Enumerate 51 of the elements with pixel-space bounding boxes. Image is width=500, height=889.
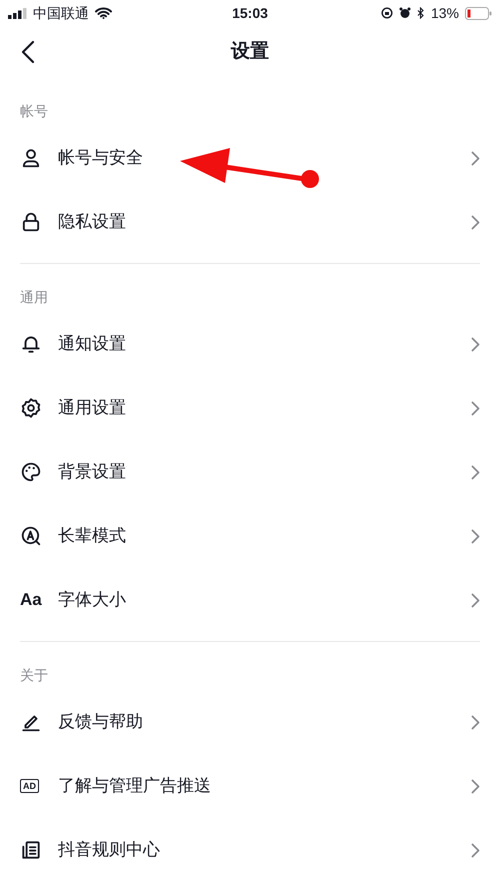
magnifier-letter-icon xyxy=(20,525,42,547)
chevron-right-icon xyxy=(471,778,480,794)
back-icon xyxy=(21,40,35,64)
settings-row[interactable]: Aa 字体大小 xyxy=(20,568,480,632)
row-label: 抖音规则中心 xyxy=(58,839,160,862)
row-label: 背景设置 xyxy=(58,461,126,484)
font-size-icon: Aa xyxy=(20,589,42,611)
rotation-lock-icon xyxy=(380,7,393,19)
chevron-right-icon xyxy=(471,214,480,230)
user-icon xyxy=(20,147,42,169)
row-label: 了解与管理广告推送 xyxy=(58,775,211,798)
row-label: 帐号与安全 xyxy=(58,147,143,170)
section-header: 帐号 xyxy=(20,103,48,119)
settings-row[interactable]: 通知设置 xyxy=(20,312,480,376)
ad-icon: AD xyxy=(20,779,39,793)
section-header: 通用 xyxy=(20,289,48,305)
document-icon xyxy=(20,839,42,861)
chevron-right-icon xyxy=(471,400,480,416)
settings-row[interactable]: 背景设置 xyxy=(20,440,480,504)
row-label: 长辈模式 xyxy=(58,525,126,548)
palette-icon xyxy=(20,461,42,483)
settings-row[interactable]: 隐私设置 xyxy=(20,190,480,254)
row-label: 通知设置 xyxy=(58,333,126,356)
chevron-right-icon xyxy=(471,714,480,730)
chevron-right-icon xyxy=(471,528,480,544)
bluetooth-icon xyxy=(416,7,425,19)
settings-row[interactable]: 抖音规则中心 xyxy=(20,818,480,882)
page-title: 设置 xyxy=(231,40,269,64)
row-label: 字体大小 xyxy=(58,589,126,612)
row-label: 隐私设置 xyxy=(58,211,126,234)
row-label: 反馈与帮助 xyxy=(58,711,143,734)
chevron-right-icon xyxy=(471,592,480,608)
chevron-right-icon xyxy=(471,464,480,480)
clock-time: 15:03 xyxy=(232,4,268,22)
settings-row[interactable]: 通用设置 xyxy=(20,376,480,440)
settings-row[interactable]: 帐号与安全 xyxy=(20,126,480,190)
lock-icon xyxy=(20,211,42,233)
row-label: 通用设置 xyxy=(58,397,126,420)
alarm-clock-icon xyxy=(398,7,411,19)
settings-row[interactable]: 长辈模式 xyxy=(20,504,480,568)
wifi-icon xyxy=(95,7,112,19)
chevron-right-icon xyxy=(471,150,480,166)
settings-row[interactable]: 反馈与帮助 xyxy=(20,690,480,754)
gear-icon xyxy=(20,397,42,419)
battery-percentage: 13% xyxy=(430,4,459,22)
settings-row[interactable]: AD 了解与管理广告推送 xyxy=(20,754,480,818)
chevron-right-icon xyxy=(471,842,480,858)
chevron-right-icon xyxy=(471,336,480,352)
section-header: 关于 xyxy=(20,667,48,683)
battery-icon xyxy=(465,6,492,20)
carrier-name: 中国联通 xyxy=(33,4,89,22)
